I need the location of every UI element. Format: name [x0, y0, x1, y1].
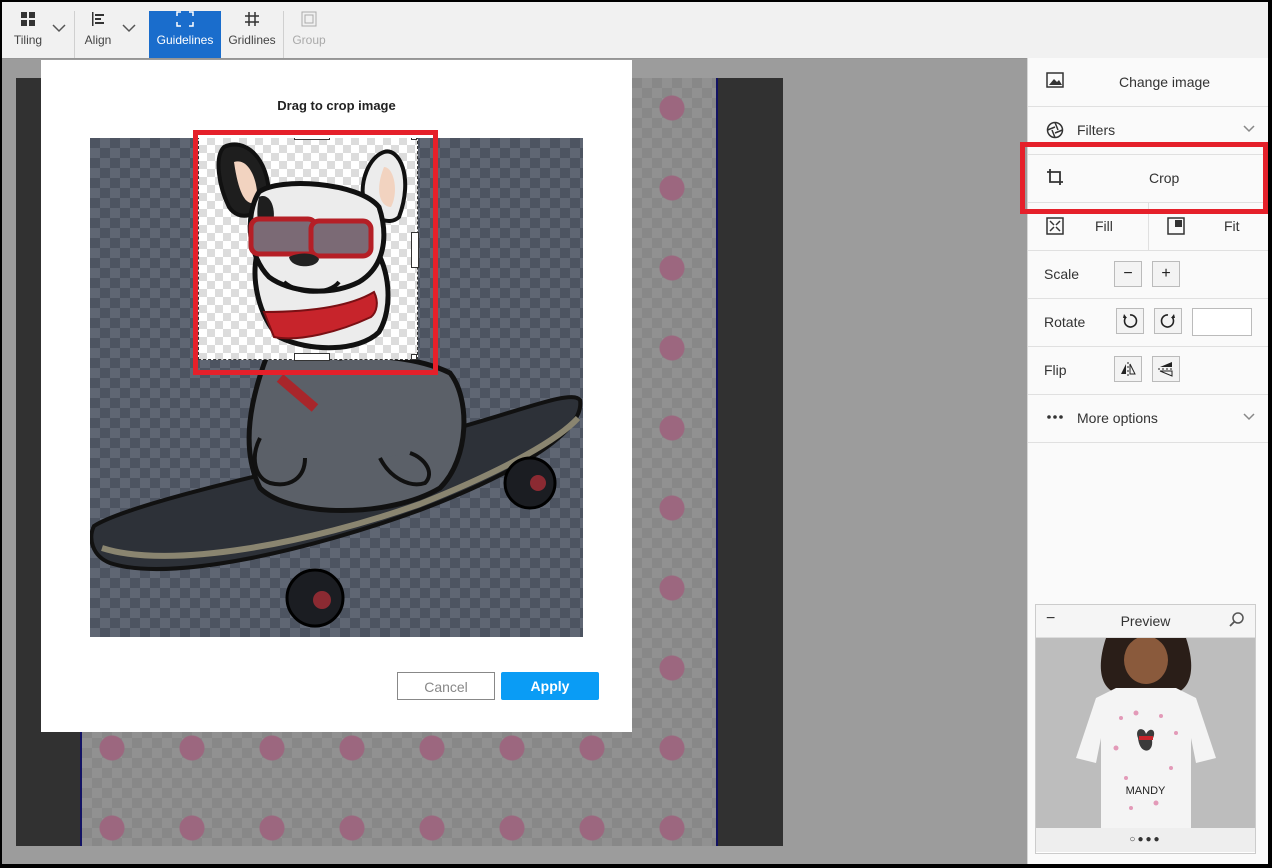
- tshirt-preview-drawing: [1036, 638, 1255, 828]
- toolbar-divider: [74, 11, 75, 58]
- gridlines-button[interactable]: Gridlines: [225, 11, 279, 58]
- more-options-label: More options: [1077, 410, 1158, 426]
- scale-label: Scale: [1044, 266, 1080, 282]
- rotate-angle-input[interactable]: [1192, 308, 1252, 336]
- preview-panel: − Preview MANDY ○●●●: [1035, 604, 1256, 854]
- image-icon: [1046, 72, 1064, 93]
- align-button[interactable]: Align: [78, 11, 118, 58]
- change-image-label: Change image: [1119, 74, 1211, 90]
- toolbar-divider: [283, 11, 284, 58]
- crop-selection-highlight: [193, 130, 438, 375]
- expand-icon: [1046, 217, 1064, 240]
- tiling-icon: [8, 11, 48, 33]
- preview-title: Preview: [1120, 613, 1171, 629]
- fit-label: Fit: [1224, 218, 1240, 234]
- rotate-left-icon: [1123, 314, 1138, 328]
- align-label: Align: [84, 33, 112, 47]
- aperture-icon: [1046, 121, 1064, 144]
- tiling-label: Tiling: [13, 33, 43, 47]
- tshirt-preview-image[interactable]: MANDY: [1036, 638, 1255, 828]
- editor-window: Tiling Align Guidelines Gridlines Group …: [2, 2, 1268, 864]
- guidelines-label: Guidelines: [156, 33, 214, 47]
- flip-vertical-icon: [1158, 362, 1174, 377]
- group-label: Group: [292, 33, 326, 47]
- rotate-left-button[interactable]: [1116, 308, 1144, 334]
- group-icon: [287, 11, 331, 33]
- more-options-row[interactable]: More options: [1028, 394, 1268, 443]
- flip-horizontal-icon: [1121, 362, 1136, 376]
- toolbar: Tiling Align Guidelines Gridlines Group: [2, 2, 1268, 59]
- tiling-button[interactable]: Tiling: [8, 11, 48, 58]
- apply-button[interactable]: Apply: [501, 672, 599, 700]
- flip-vertical-button[interactable]: [1152, 356, 1180, 382]
- flip-horizontal-button[interactable]: [1114, 356, 1142, 382]
- scale-row: Scale − +: [1028, 250, 1268, 299]
- rotate-label: Rotate: [1044, 314, 1086, 330]
- align-icon: [78, 11, 118, 33]
- align-chevron-down-icon[interactable]: [122, 20, 136, 36]
- change-image-row[interactable]: Change image: [1028, 58, 1268, 107]
- fit-icon: [1167, 217, 1185, 240]
- gridlines-label: Gridlines: [228, 33, 276, 47]
- crop-option-highlight: [1020, 142, 1268, 214]
- filters-chevron-down-icon: [1243, 122, 1255, 136]
- fill-label: Fill: [1095, 218, 1113, 234]
- more-dots-icon: [1046, 408, 1064, 431]
- guidelines-icon: [149, 11, 221, 33]
- cancel-button[interactable]: Cancel: [397, 672, 495, 700]
- zoom-icon[interactable]: [1229, 611, 1245, 630]
- preview-header: − Preview: [1036, 605, 1255, 638]
- rotate-right-button[interactable]: [1154, 308, 1182, 334]
- crop-dialog-title: Drag to crop image: [277, 98, 396, 113]
- guidelines-button[interactable]: Guidelines: [149, 11, 221, 58]
- rotate-row: Rotate: [1028, 298, 1268, 347]
- filters-label: Filters: [1077, 122, 1116, 138]
- rotate-right-icon: [1160, 314, 1175, 328]
- grid-icon: [225, 11, 279, 33]
- shirt-print-text: MANDY: [1125, 785, 1166, 797]
- preview-pagination[interactable]: ○●●●: [1036, 828, 1255, 852]
- scale-decrease-button[interactable]: −: [1114, 261, 1142, 287]
- tiling-chevron-down-icon[interactable]: [52, 20, 66, 36]
- scale-increase-button[interactable]: +: [1152, 261, 1180, 287]
- more-options-chevron-down-icon: [1243, 410, 1255, 424]
- flip-row: Flip: [1028, 346, 1268, 395]
- flip-label: Flip: [1044, 362, 1067, 378]
- group-button[interactable]: Group: [287, 11, 331, 58]
